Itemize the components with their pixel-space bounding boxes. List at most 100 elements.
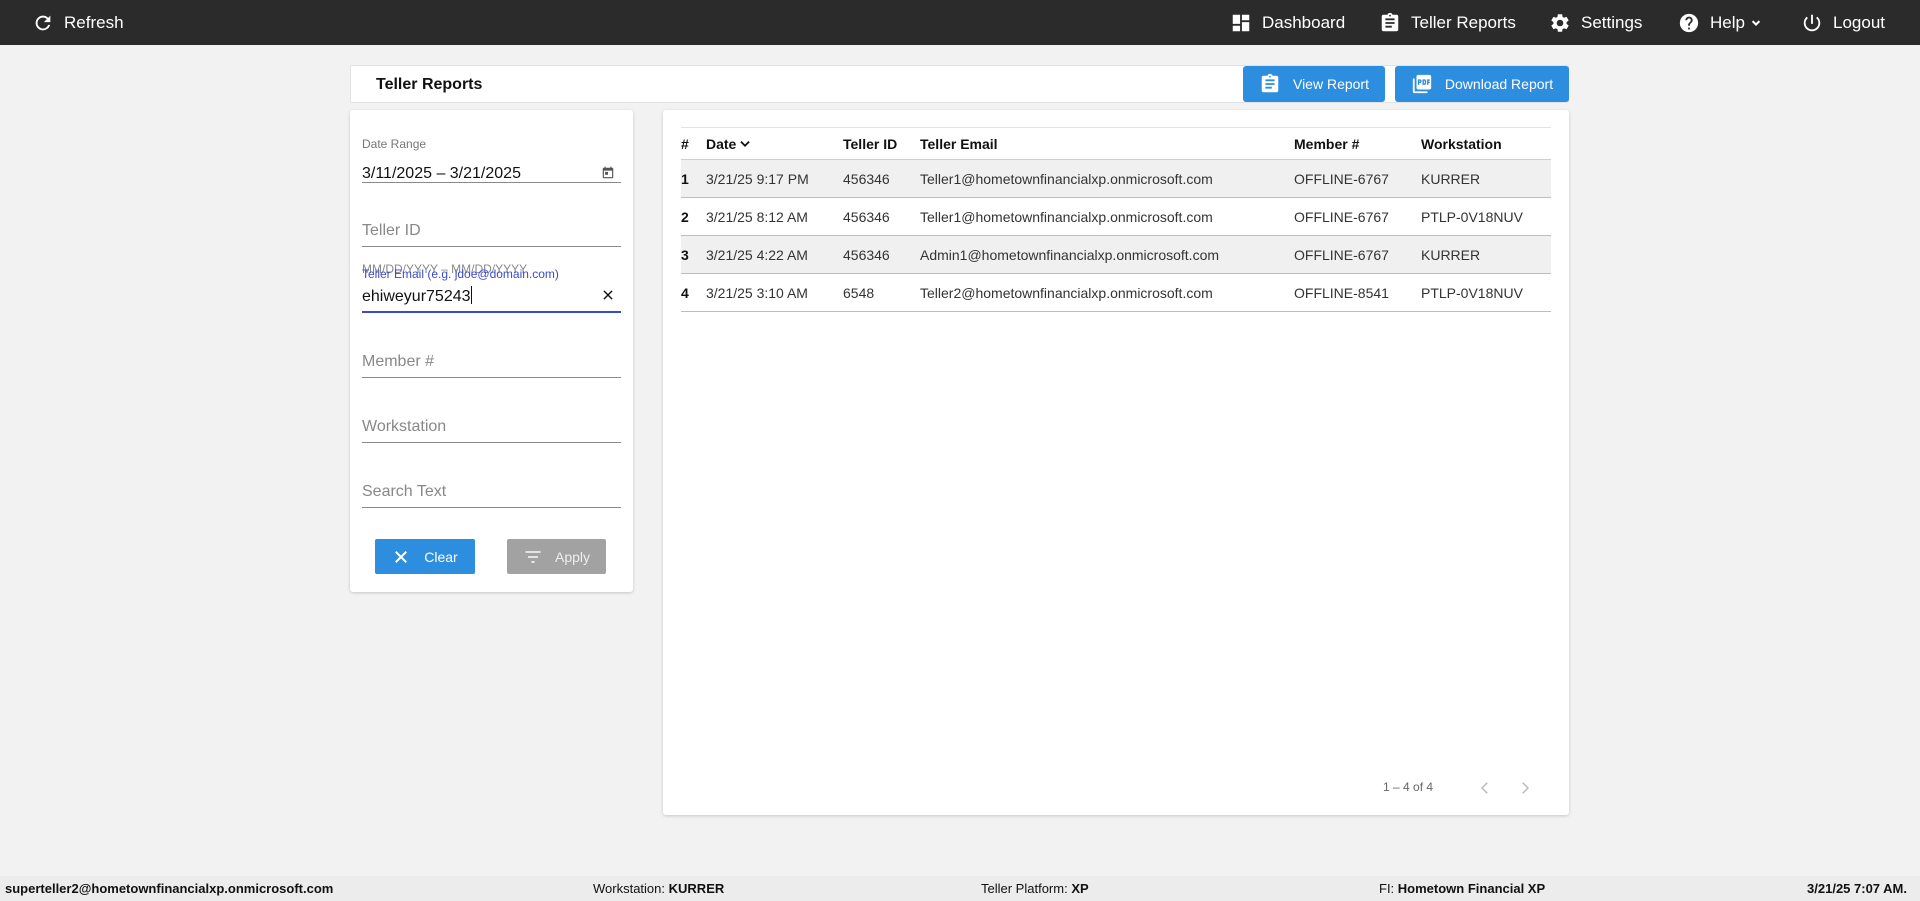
row-teller-email: Admin1@hometownfinancialxp.onmicrosoft.c… [920, 246, 1220, 263]
nav-logout[interactable]: Logout [1801, 0, 1885, 45]
row-date: 3/21/25 9:17 PM [706, 170, 809, 187]
refresh-icon [35, 15, 51, 30]
calendar-icon[interactable] [601, 166, 615, 180]
apply-button[interactable]: Apply [507, 539, 606, 574]
clear-input-icon[interactable] [601, 288, 615, 302]
download-report-button[interactable]: Download Report [1395, 66, 1569, 102]
row-num: 2 [681, 208, 689, 225]
table-row[interactable]: 3 3/21/25 4:22 AM 456346 Admin1@hometown… [681, 235, 1551, 274]
nav-help[interactable]: Help [1678, 0, 1763, 45]
search-text-placeholder: Search Text [362, 483, 447, 500]
table-row[interactable]: 2 3/21/25 8:12 AM 456346 Teller1@hometow… [681, 198, 1551, 236]
col-date-label: Date [706, 135, 737, 152]
col-teller-email-header[interactable]: Teller Email [920, 128, 1294, 160]
power-icon [1803, 14, 1821, 31]
footer-workstation: Workstation: KURRER [593, 881, 724, 896]
clear-button-label: Clear [424, 548, 458, 565]
nav-dashboard[interactable]: Dashboard [1230, 0, 1345, 45]
teller-email-value: ehiweyur75243 [362, 288, 471, 305]
refresh-button[interactable]: Refresh [32, 0, 124, 45]
date-range-field[interactable]: Date Range 3/11/2025 – 3/21/2025 [362, 128, 621, 183]
member-field[interactable]: Member # [362, 332, 621, 378]
footer-workstation-label: Workstation: [593, 881, 666, 896]
filter-icon [525, 550, 541, 563]
results-panel: # Date Teller ID Teller Email Member # W… [663, 110, 1569, 815]
col-workstation-header[interactable]: Workstation [1421, 128, 1551, 160]
row-teller-id: 456346 [843, 246, 890, 263]
nav-teller-reports-label: Teller Reports [1411, 12, 1516, 32]
row-date: 3/21/25 4:22 AM [706, 246, 808, 263]
row-teller-id: 456346 [843, 170, 890, 187]
clipboard-icon [1381, 12, 1399, 31]
col-teller-id-header[interactable]: Teller ID [843, 128, 920, 160]
footer-platform-label: Teller Platform: [981, 881, 1068, 896]
help-icon [1679, 13, 1699, 32]
pagination-range: 1 – 4 of 4 [1383, 780, 1434, 794]
search-text-field[interactable]: Search Text [362, 462, 621, 508]
footer-fi: FI: Hometown Financial XP [1379, 881, 1545, 896]
filter-panel: Date Range 3/11/2025 – 3/21/2025 MM/DD/Y… [350, 110, 633, 592]
date-range-value[interactable]: 3/11/2025 – 3/21/2025 [362, 165, 521, 183]
results-table: # Date Teller ID Teller Email Member # W… [681, 127, 1551, 312]
close-icon [395, 550, 408, 563]
gear-icon [1551, 13, 1569, 32]
row-teller-email: Teller1@hometownfinancialxp.onmicrosoft.… [920, 208, 1213, 225]
footer-fi-value: Hometown Financial XP [1397, 881, 1546, 896]
row-teller-id: 456346 [843, 208, 890, 225]
page-title: Teller Reports [376, 76, 483, 93]
view-report-button[interactable]: View Report [1243, 66, 1385, 102]
row-member: OFFLINE-6767 [1294, 208, 1389, 225]
row-num: 4 [681, 284, 689, 301]
row-workstation: PTLP-0V18NUV [1421, 284, 1523, 301]
teller-email-label: Teller Email (e.g. jdoe@domain.com) [362, 267, 559, 281]
table-row[interactable]: 4 3/21/25 3:10 AM 6548 Teller2@hometownf… [681, 274, 1551, 312]
text-caret [470, 286, 472, 304]
table-row[interactable]: 1 3/21/25 9:17 PM 456346 Teller1@hometow… [681, 159, 1551, 198]
chevron-left-icon[interactable] [1476, 779, 1494, 797]
chevron-right-icon[interactable] [1516, 779, 1534, 797]
teller-id-field[interactable]: Teller ID [362, 206, 621, 247]
nav-teller-reports[interactable]: Teller Reports [1379, 0, 1516, 45]
footer-fi-label: FI: [1379, 881, 1395, 896]
row-workstation: KURRER [1421, 170, 1481, 187]
footer-platform-value: XP [1071, 881, 1089, 896]
workstation-field[interactable]: Workstation [362, 397, 621, 443]
row-workstation: PTLP-0V18NUV [1421, 208, 1523, 225]
pdf-icon [1412, 74, 1432, 94]
footer-workstation-value: KURRER [668, 881, 725, 896]
col-member-header[interactable]: Member # [1294, 128, 1421, 160]
row-teller-email: Teller2@hometownfinancialxp.onmicrosoft.… [920, 284, 1213, 301]
download-report-label: Download Report [1444, 76, 1554, 92]
dashboard-icon [1232, 14, 1250, 31]
workstation-placeholder: Workstation [362, 418, 447, 435]
refresh-label: Refresh [64, 12, 124, 32]
row-member: OFFLINE-6767 [1294, 246, 1389, 263]
row-member: OFFLINE-6767 [1294, 170, 1389, 187]
nav-settings-label: Settings [1581, 12, 1643, 32]
row-date: 3/21/25 3:10 AM [706, 284, 808, 301]
footer-platform: Teller Platform: XP [981, 881, 1089, 896]
date-range-label: Date Range [362, 137, 427, 151]
chevron-down-icon [1751, 19, 1761, 26]
row-num: 3 [681, 246, 689, 263]
sort-desc-icon [740, 140, 751, 147]
view-report-label: View Report [1292, 76, 1369, 92]
clear-button[interactable]: Clear [375, 539, 475, 574]
col-num-header: # [681, 135, 689, 152]
nav-help-label: Help [1710, 12, 1745, 32]
nav-dashboard-label: Dashboard [1262, 12, 1346, 32]
table-header-row: # Date Teller ID Teller Email Member # W… [681, 127, 1551, 160]
row-date: 3/21/25 8:12 AM [706, 208, 808, 225]
footer-datetime: 3/21/25 7:07 AM. [1807, 881, 1907, 896]
row-teller-email: Teller1@hometownfinancialxp.onmicrosoft.… [920, 170, 1213, 187]
col-date-header[interactable]: Date [706, 128, 843, 160]
teller-email-input[interactable]: ehiweyur75243 [362, 286, 472, 306]
member-placeholder: Member # [362, 353, 435, 370]
row-teller-id: 6548 [843, 284, 875, 301]
teller-email-field[interactable]: Teller Email (e.g. jdoe@domain.com) ehiw… [362, 258, 621, 313]
apply-button-label: Apply [554, 548, 591, 565]
nav-settings[interactable]: Settings [1549, 0, 1642, 45]
teller-id-placeholder: Teller ID [362, 222, 421, 239]
row-num: 1 [681, 170, 689, 187]
status-bar: superteller2@hometownfinancialxp.onmicro… [0, 876, 1920, 901]
